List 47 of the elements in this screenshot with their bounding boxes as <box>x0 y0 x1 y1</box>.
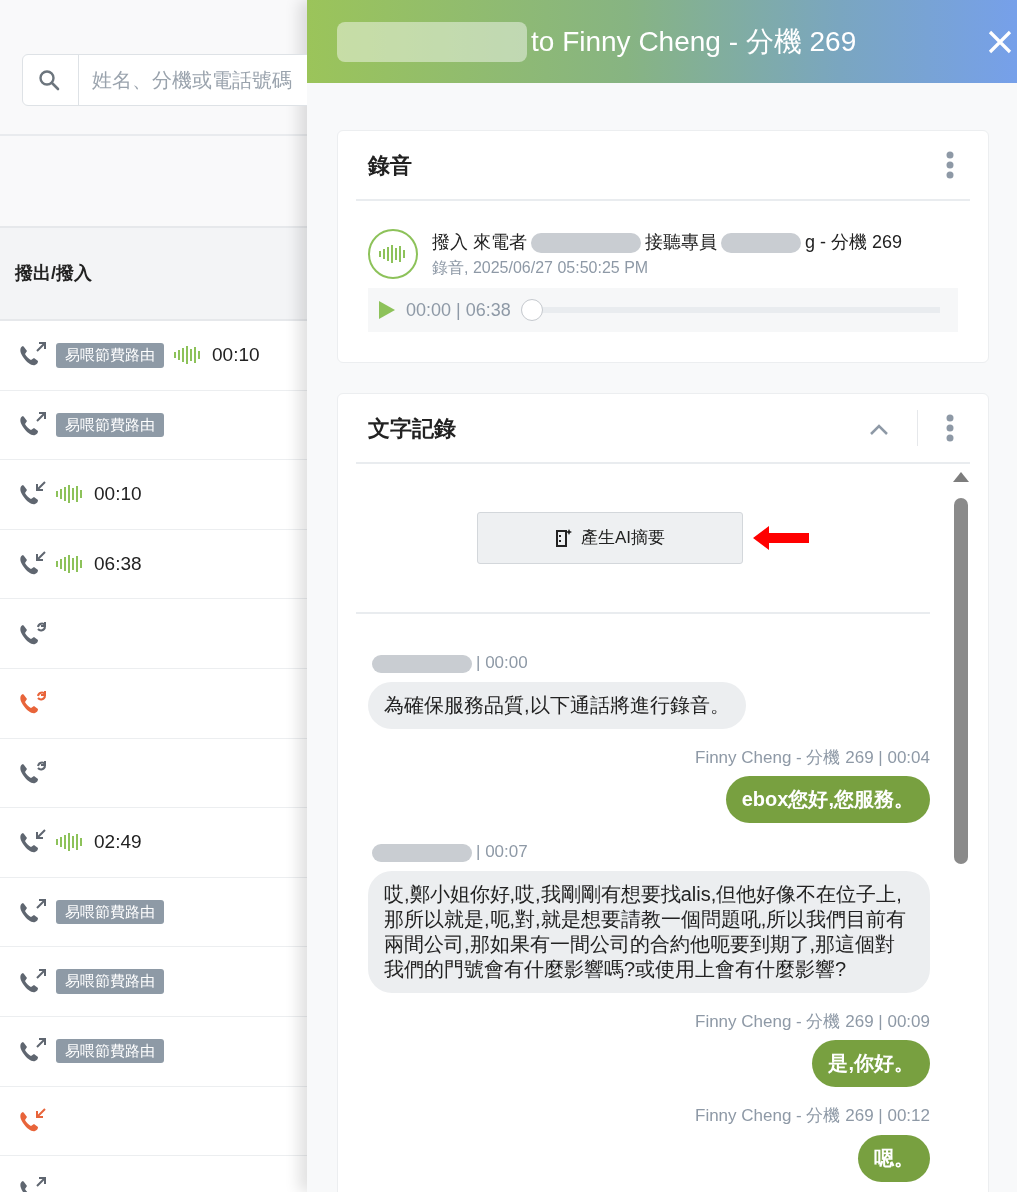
agent-label: 接聽專員 <box>645 232 717 252</box>
call-direction: 撥入 <box>432 232 468 252</box>
close-icon[interactable] <box>987 28 1013 55</box>
drawer-title: to Finny Cheng - 分機 269 <box>531 24 857 59</box>
speaker-label: Finny Cheng - 分機 269 | 00:04 <box>695 747 930 767</box>
collapse-icon[interactable] <box>869 422 889 435</box>
call-duration: 00:10 <box>212 343 260 368</box>
route-tag: 易喂節費路由 <box>56 343 164 368</box>
card-title: 錄音 <box>368 151 412 180</box>
speaker-label: Finny Cheng - 分機 269 | 00:09 <box>695 1011 930 1031</box>
call-duration: 02:49 <box>94 830 142 855</box>
column-header: 撥出/撥入 <box>0 226 307 321</box>
recording-subtitle: 錄音, 2025/06/27 05:50:25 PM <box>432 258 650 278</box>
speaker-label: Finny Cheng - 分機 269 | 00:12 <box>695 1106 930 1125</box>
route-tag: 易喂節費路由 <box>56 899 164 925</box>
sound-wave-icon <box>379 244 407 264</box>
play-icon[interactable] <box>378 300 396 320</box>
caller-label: 來電者 <box>473 232 527 252</box>
ai-summary-button[interactable]: 產生AI摘要 <box>477 512 743 564</box>
call-duration: 06:38 <box>94 551 142 576</box>
route-tag: 易喂節費路由 <box>56 412 164 438</box>
more-icon[interactable] <box>946 151 954 179</box>
scrollbar-thumb[interactable] <box>954 498 968 864</box>
document-icon <box>554 528 573 548</box>
scroll-up-icon[interactable] <box>952 470 970 484</box>
sound-wave-icon[interactable] <box>174 345 202 366</box>
playback-time: 00:00 | 06:38 <box>406 298 511 322</box>
route-tag: 易喂節費路由 <box>56 969 164 994</box>
call-duration: 00:10 <box>94 482 142 507</box>
route-tag: 易喂節費路由 <box>56 1039 164 1064</box>
sound-wave-icon[interactable] <box>56 484 84 505</box>
message-bubble: 嗯。 <box>858 1134 930 1182</box>
agent-extension: g - 分機 269 <box>805 232 903 252</box>
message-bubble: 是,你好。 <box>812 1040 930 1087</box>
progress-thumb[interactable] <box>520 299 543 321</box>
speaker-label: | 00:07 <box>476 842 528 861</box>
sound-wave-icon[interactable] <box>56 832 84 853</box>
pointer-arrow <box>753 526 809 550</box>
speaker-label: | 00:00 <box>476 653 528 672</box>
message-bubble: 為確保服務品質,以下通話將進行錄音。 <box>368 681 746 729</box>
more-icon[interactable] <box>946 414 954 442</box>
card-title: 文字記錄 <box>368 414 456 443</box>
search-icon <box>38 69 60 91</box>
message-bubble: ebox您好,您服務。 <box>725 776 930 823</box>
sound-wave-icon[interactable] <box>56 554 84 575</box>
message-bubble: 哎,鄭小姐你好,哎,我剛剛有想要找alis,但他好像不在位子上,那所以就是,呃,對,就是想要請教一個問題吼,所以我們目前有兩間公司,那如果有一間公司的合約他呃要到期了,那這個對我們的門號會有什麼影響嗎?或使用上會有什麼影響? <box>368 870 930 993</box>
search-field[interactable]: 姓名、分機或電話號碼 <box>22 54 307 106</box>
